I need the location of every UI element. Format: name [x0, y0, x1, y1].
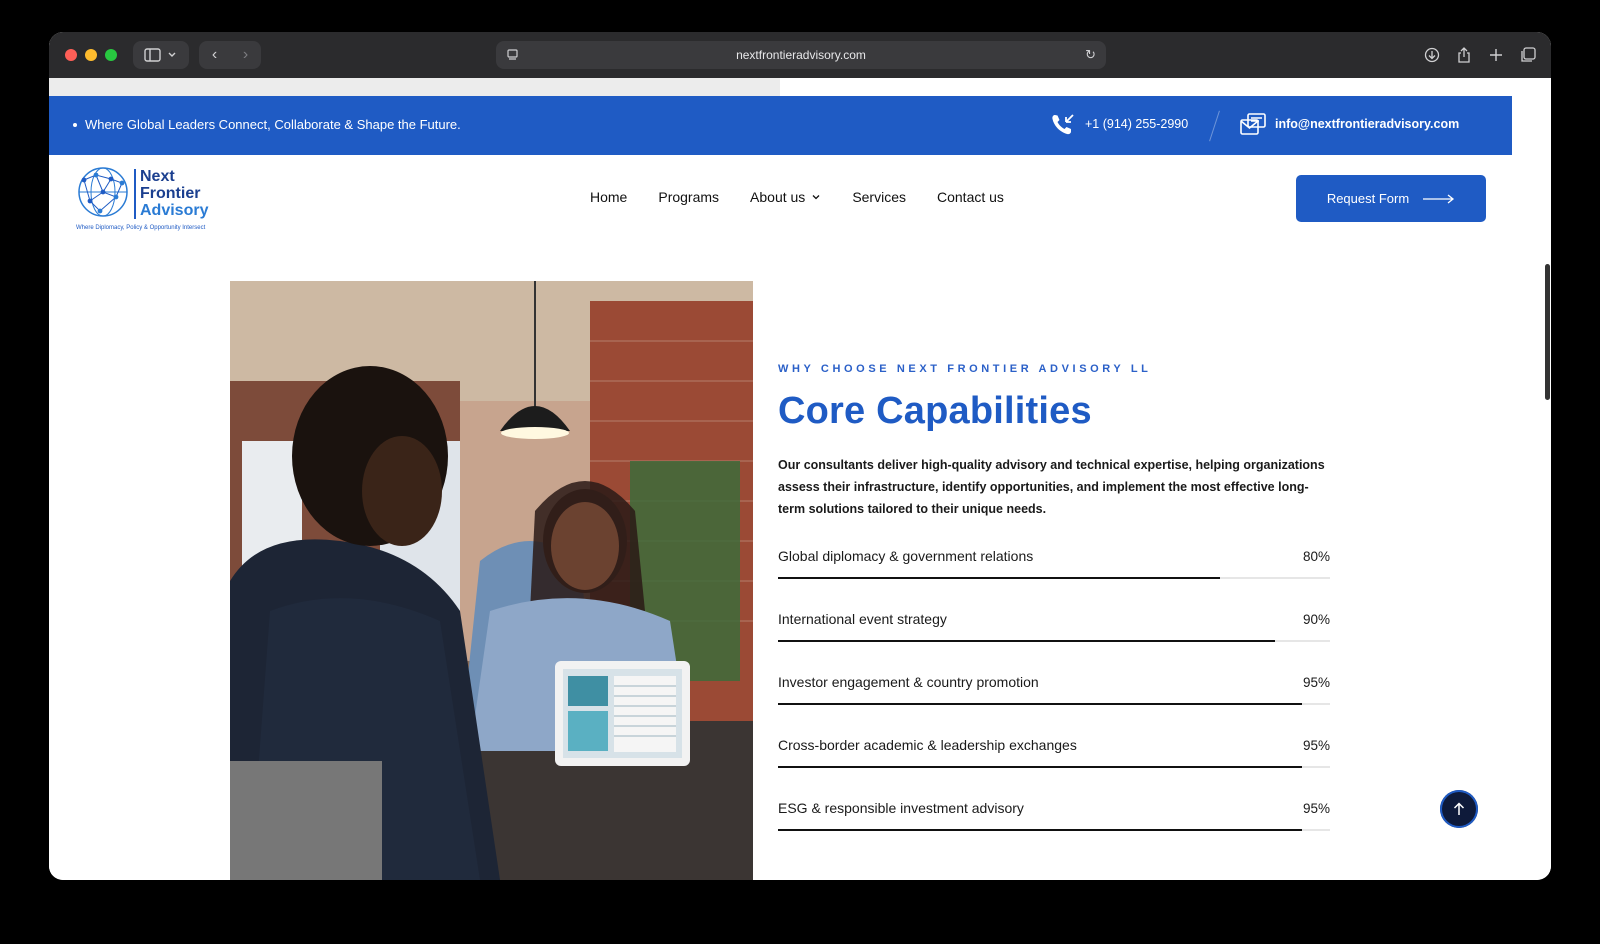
logo-wordmark: Next Frontier Advisory — [140, 168, 208, 219]
contact-topbar: Where Global Leaders Connect, Collaborat… — [49, 96, 1512, 155]
main-nav: Home Programs About us Services Contact … — [590, 189, 1004, 205]
globe-network-icon — [78, 167, 128, 217]
page-menu-icon[interactable] — [506, 48, 520, 62]
envelope-icon — [1240, 113, 1266, 135]
browser-window: ‹ › nextfrontieradvisory.com ↻ Where Glo… — [49, 32, 1551, 880]
capability-percent: 95% — [1302, 801, 1330, 816]
nav-home[interactable]: Home — [590, 189, 627, 205]
email-contact[interactable]: info@nextfrontieradvisory.com — [1239, 110, 1459, 138]
progress-fill — [778, 766, 1303, 768]
email-address: info@nextfrontieradvisory.com — [1275, 117, 1460, 131]
page-viewport: Where Global Leaders Connect, Collaborat… — [49, 78, 1551, 880]
top-gray-strip — [49, 78, 780, 96]
share-icon[interactable] — [1453, 41, 1475, 69]
minimize-window-button[interactable] — [85, 49, 97, 61]
logo-line-next: Next — [140, 168, 175, 185]
progress-track — [778, 577, 1330, 579]
long-arrow-right-icon — [1423, 193, 1455, 204]
capability-item: Global diplomacy & government relations … — [778, 548, 1330, 611]
tab-overview-icon[interactable] — [1517, 41, 1539, 69]
capability-percent: 95% — [1302, 738, 1330, 753]
reload-icon[interactable]: ↻ — [1085, 47, 1096, 63]
capability-item: Investor engagement & country promotion … — [778, 674, 1330, 737]
downloads-icon[interactable] — [1421, 41, 1443, 69]
capability-label: Global diplomacy & government relations — [778, 548, 1034, 564]
history-nav: ‹ › — [199, 41, 261, 69]
request-form-label: Request Form — [1326, 191, 1410, 206]
nav-about-us-label: About us — [750, 189, 806, 205]
logo-line-advisory: Advisory — [140, 202, 209, 219]
progress-fill — [778, 640, 1275, 642]
consultation-photo-illustration — [230, 281, 753, 880]
progress-track — [778, 640, 1330, 642]
forward-arrow-icon[interactable]: › — [230, 46, 261, 64]
capability-item: ESG & responsible investment advisory 95… — [778, 800, 1330, 863]
phone-contact[interactable]: +1 (914) 255-2990 — [1049, 110, 1188, 138]
tagline-text: Where Global Leaders Connect, Collaborat… — [85, 117, 461, 132]
window-controls — [65, 49, 117, 61]
topbar-divider — [1209, 110, 1220, 142]
site-header: Next Frontier Advisory Where Diplomacy, … — [49, 155, 1512, 239]
close-window-button[interactable] — [65, 49, 77, 61]
capability-item: International event strategy 90% — [778, 611, 1330, 674]
nav-programs[interactable]: Programs — [658, 189, 719, 205]
toolbar-right — [1421, 41, 1539, 69]
progress-fill — [778, 577, 1220, 579]
browser-titlebar: ‹ › nextfrontieradvisory.com ↻ — [49, 32, 1551, 78]
capability-percent: 95% — [1302, 675, 1330, 690]
capability-label: International event strategy — [778, 611, 947, 627]
capability-label: Investor engagement & country promotion — [778, 674, 1039, 690]
section-eyebrow: WHY CHOOSE NEXT FRONTIER ADVISORY LL — [778, 363, 1152, 375]
bullet-icon — [73, 122, 77, 127]
site-logo[interactable]: Next Frontier Advisory Where Diplomacy, … — [76, 165, 226, 235]
consultation-photo — [230, 281, 753, 880]
sidebar-icon — [144, 48, 176, 62]
chevron-down-icon — [812, 195, 820, 200]
capability-label: ESG & responsible investment advisory — [778, 800, 1024, 816]
capability-percent: 80% — [1302, 549, 1330, 564]
progress-track — [778, 829, 1330, 831]
nav-contact-us[interactable]: Contact us — [937, 189, 1004, 205]
core-capabilities-intro: WHY CHOOSE NEXT FRONTIER ADVISORY LL Cor… — [778, 363, 1330, 520]
url-text: nextfrontieradvisory.com — [736, 48, 866, 62]
section-title: Core Capabilities — [778, 390, 1092, 432]
address-bar[interactable]: nextfrontieradvisory.com ↻ — [496, 41, 1106, 69]
zoom-window-button[interactable] — [105, 49, 117, 61]
progress-fill — [778, 703, 1303, 705]
request-form-button[interactable]: Request Form — [1296, 175, 1486, 222]
new-tab-icon[interactable] — [1485, 41, 1507, 69]
section-description: Our consultants deliver high-quality adv… — [778, 458, 1325, 516]
tagline: Where Global Leaders Connect, Collaborat… — [73, 117, 461, 132]
nav-services[interactable]: Services — [852, 189, 906, 205]
progress-track — [778, 766, 1330, 768]
phone-number: +1 (914) 255-2990 — [1085, 117, 1189, 131]
nav-about-us[interactable]: About us — [750, 189, 821, 205]
phone-incoming-icon — [1052, 114, 1074, 135]
progress-track — [778, 703, 1330, 705]
capability-label: Cross-border academic & leadership excha… — [778, 737, 1077, 753]
capability-bars: Global diplomacy & government relations … — [778, 548, 1330, 863]
logo-line-frontier: Frontier — [140, 185, 201, 202]
logo-subtitle: Where Diplomacy, Policy & Opportunity In… — [76, 225, 206, 231]
arrow-up-icon — [1453, 802, 1465, 815]
scrollbar-thumb[interactable] — [1545, 264, 1550, 400]
back-arrow-icon[interactable]: ‹ — [199, 46, 230, 64]
back-to-top-button[interactable] — [1440, 790, 1478, 828]
progress-fill — [778, 829, 1303, 831]
capability-percent: 90% — [1302, 612, 1330, 627]
logo-divider — [134, 169, 136, 219]
capability-item: Cross-border academic & leadership excha… — [778, 737, 1330, 800]
sidebar-toggle-button[interactable] — [133, 41, 189, 69]
